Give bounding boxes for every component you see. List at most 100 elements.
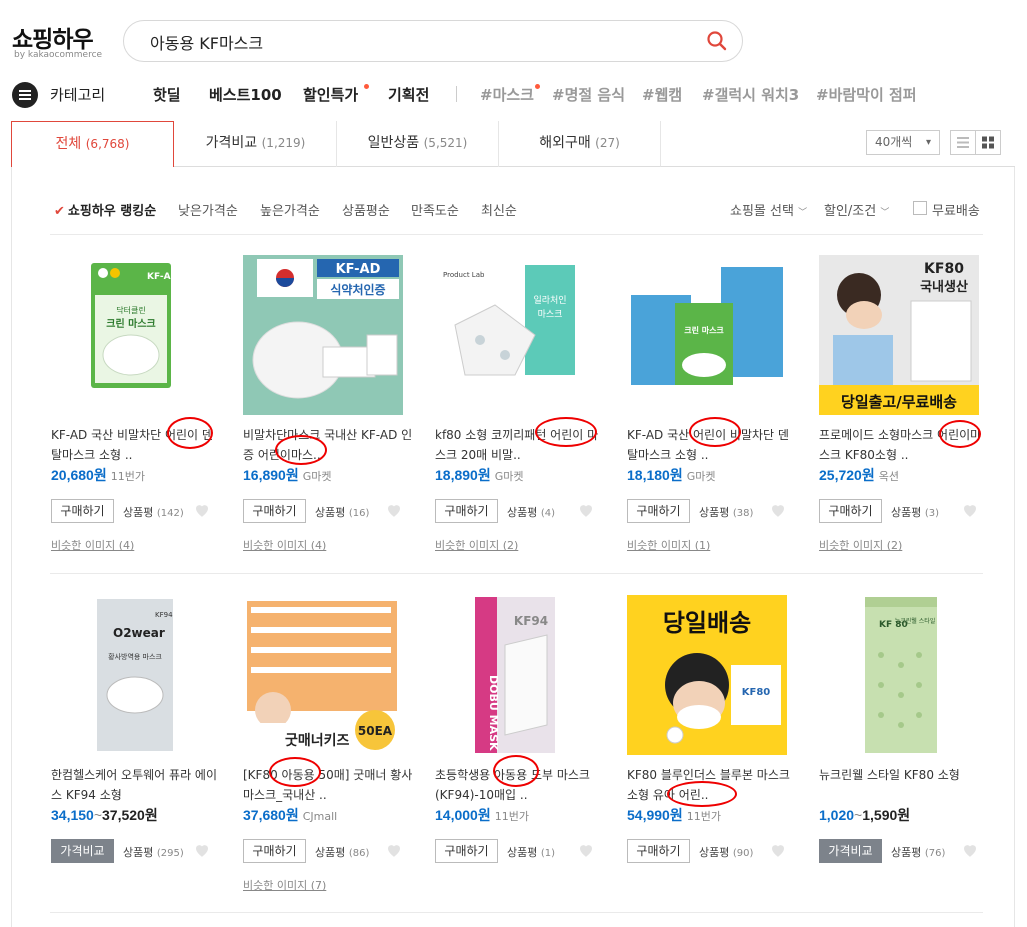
similar-images-link[interactable]: 비슷한 이미지 (4) <box>243 537 326 553</box>
review-link[interactable]: 상품평 (86) <box>315 844 369 860</box>
svg-text:황사방역용 마스크: 황사방역용 마스크 <box>108 652 162 661</box>
review-link[interactable]: 상품평 (76) <box>891 844 945 860</box>
svg-text:당일배송: 당일배송 <box>663 609 751 637</box>
heart-icon[interactable] <box>769 501 787 519</box>
grid-view-icon[interactable] <box>975 130 1001 155</box>
similar-images-link[interactable]: 비슷한 이미지 (2) <box>435 537 518 553</box>
sort-low-price[interactable]: 낮은가격순 <box>178 200 238 219</box>
similar-images-link[interactable]: 비슷한 이미지 (4) <box>51 537 134 553</box>
new-dot-indicator <box>535 84 540 89</box>
site-logo[interactable]: 쇼핑하우 <box>12 20 94 54</box>
review-link[interactable]: 상품평 (1) <box>507 844 555 860</box>
chevron-down-icon: ﹀ <box>798 208 808 218</box>
sort-latest[interactable]: 최신순 <box>481 200 517 219</box>
tab-overseas[interactable]: 해외구매 (27) <box>499 121 660 167</box>
search-bar <box>123 20 743 62</box>
heart-icon[interactable] <box>193 841 211 859</box>
list-view-icon[interactable] <box>950 130 976 155</box>
discount-filter-dropdown[interactable]: 할인/조건 ﹀ <box>824 200 889 219</box>
annotation-circle <box>269 757 321 787</box>
heart-icon[interactable] <box>385 841 403 859</box>
product-title[interactable]: 한컴헬스케어 오투웨어 퓨라 에이스 KF94 소형 <box>51 765 221 805</box>
sort-review[interactable]: 상품평순 <box>342 200 390 219</box>
product-image[interactable]: 크린 마스크 <box>627 255 787 415</box>
heart-icon[interactable] <box>961 841 979 859</box>
buy-button[interactable]: 구매하기 <box>627 839 690 863</box>
heart-icon[interactable] <box>769 841 787 859</box>
product-image[interactable]: KF-AD 닥터클린 크린 마스크 <box>51 255 211 415</box>
chevron-down-icon: ﹀ <box>880 208 890 218</box>
nav-best100[interactable]: 베스트100 <box>209 84 282 105</box>
hamburger-menu-icon[interactable] <box>12 82 38 108</box>
product-image[interactable]: KF-AD 식약처인증 <box>243 255 403 415</box>
buy-button[interactable]: 구매하기 <box>435 839 498 863</box>
sort-satisfaction[interactable]: 만족도순 <box>411 200 459 219</box>
review-link[interactable]: 상품평 (3) <box>891 504 939 520</box>
product-image[interactable]: KF 80 뉴크린웰 스타일 <box>819 595 979 755</box>
search-input[interactable] <box>150 31 670 53</box>
product-image[interactable]: 당일배송 KF80 <box>627 595 787 755</box>
review-link[interactable]: 상품평 (142) <box>123 504 184 520</box>
hashtag-webcam[interactable]: #웹캠 <box>642 84 682 105</box>
review-link[interactable]: 상품평 (295) <box>123 844 184 860</box>
per-page-select[interactable]: 40개씩 <box>866 130 940 155</box>
product-image[interactable]: 굿매너키즈 50EA <box>243 595 403 755</box>
annotation-circle <box>167 417 213 449</box>
free-shipping-checkbox[interactable] <box>913 201 927 215</box>
buy-button[interactable]: 구매하기 <box>243 499 306 523</box>
product-price: 18,890원 G마켓 <box>435 467 524 483</box>
nav-discount[interactable]: 할인특가 <box>303 84 358 105</box>
nav-exhibition[interactable]: 기획전 <box>388 84 429 105</box>
similar-images-link[interactable]: 비슷한 이미지 (1) <box>627 537 710 553</box>
review-link[interactable]: 상품평 (90) <box>699 844 753 860</box>
search-icon[interactable] <box>706 30 728 52</box>
buy-button[interactable]: 구매하기 <box>819 499 882 523</box>
price-compare-button[interactable]: 가격비교 <box>51 839 114 863</box>
review-link[interactable]: 상품평 (16) <box>315 504 369 520</box>
buy-button[interactable]: 구매하기 <box>51 499 114 523</box>
product-image[interactable]: O2wear 황사방역용 마스크 KF94 <box>51 595 211 755</box>
product-price: 18,180원 G마켓 <box>627 467 716 483</box>
annotation-circle <box>535 417 597 447</box>
nav-category[interactable]: 카테고리 <box>50 84 105 105</box>
svg-text:닥터클린: 닥터클린 <box>116 305 145 315</box>
heart-icon[interactable] <box>193 501 211 519</box>
check-icon: ✔ <box>54 204 65 219</box>
svg-text:국내생산: 국내생산 <box>920 279 968 295</box>
nav-hotdeal[interactable]: 핫딜 <box>153 84 181 105</box>
buy-button[interactable]: 구매하기 <box>243 839 306 863</box>
price-compare-button[interactable]: 가격비교 <box>819 839 882 863</box>
sort-ranking[interactable]: ✔ 쇼핑하우 랭킹순 <box>54 200 156 219</box>
product-title[interactable]: 뉴크린웰 스타일 KF80 소형 <box>819 765 989 805</box>
tab-all[interactable]: 전체 (6,768) <box>11 121 174 167</box>
heart-icon[interactable] <box>961 501 979 519</box>
tab-general[interactable]: 일반상품 (5,521) <box>337 121 498 167</box>
annotation-circle <box>667 781 737 807</box>
svg-text:DOBU MASK: DOBU MASK <box>487 675 500 751</box>
hashtag-galaxy-watch[interactable]: #갤럭시 워치3 <box>702 84 799 105</box>
buy-button[interactable]: 구매하기 <box>435 499 498 523</box>
heart-icon[interactable] <box>577 501 595 519</box>
svg-text:KF80: KF80 <box>924 261 964 277</box>
review-link[interactable]: 상품평 (4) <box>507 504 555 520</box>
heart-icon[interactable] <box>385 501 403 519</box>
product-title[interactable]: 비말차단마스크 국내산 KF-AD 인증 어린이마스.. <box>243 425 413 465</box>
product-image[interactable]: Product Lab 일라처인 마스크 <box>435 255 595 415</box>
heart-icon[interactable] <box>577 841 595 859</box>
sort-high-price[interactable]: 높은가격순 <box>260 200 320 219</box>
hashtag-windbreaker[interactable]: #바람막이 점퍼 <box>816 84 917 105</box>
tab-price-compare[interactable]: 가격비교 (1,219) <box>174 121 337 167</box>
svg-text:KF94: KF94 <box>155 611 173 619</box>
hashtag-mask[interactable]: #마스크 <box>480 84 534 105</box>
buy-button[interactable]: 구매하기 <box>627 499 690 523</box>
review-link[interactable]: 상품평 (38) <box>699 504 753 520</box>
product-price: 14,000원 11번가 <box>435 807 529 823</box>
product-image[interactable]: DOBU MASK KF94 <box>435 595 595 755</box>
similar-images-link[interactable]: 비슷한 이미지 (2) <box>819 537 902 553</box>
similar-images-link[interactable]: 비슷한 이미지 (7) <box>243 877 326 893</box>
mall-select-dropdown[interactable]: 쇼핑몰 선택 ﹀ <box>730 200 807 219</box>
product-image[interactable]: KF80 국내생산 당일출고/무료배송 <box>819 255 979 415</box>
divider <box>50 912 983 913</box>
divider <box>50 234 983 235</box>
hashtag-holiday-food[interactable]: #명절 음식 <box>552 84 625 105</box>
